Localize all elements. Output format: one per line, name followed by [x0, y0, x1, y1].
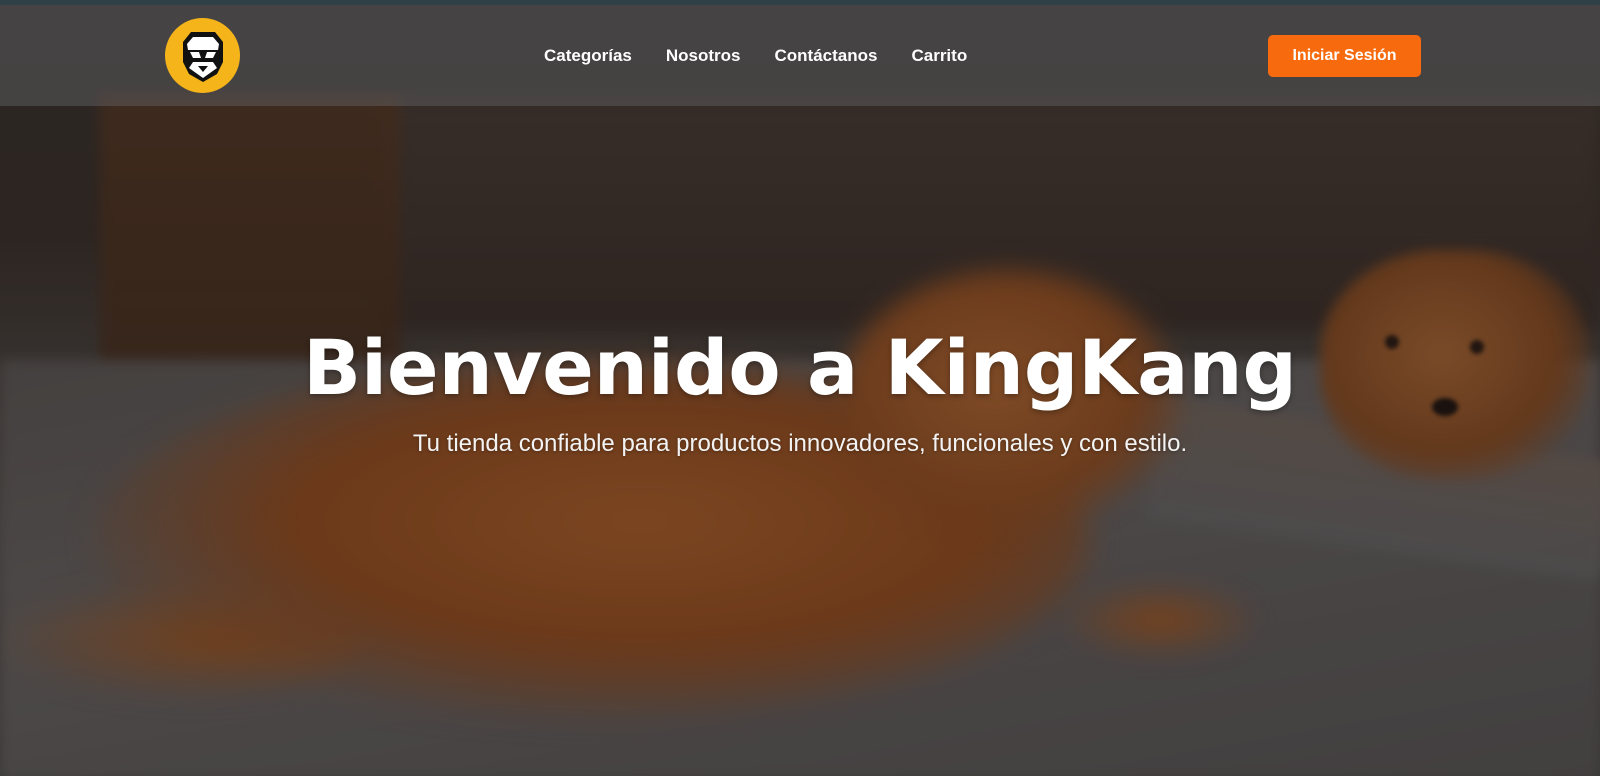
hero-section: Bienvenido a KingKang Tu tienda confiabl…	[0, 320, 1600, 458]
gorilla-head-icon	[182, 31, 223, 82]
logo[interactable]	[165, 18, 240, 93]
nav-link-nosotros[interactable]: Nosotros	[666, 46, 741, 66]
nav-link-contactanos[interactable]: Contáctanos	[775, 46, 878, 66]
hero-subtitle: Tu tienda confiable para productos innov…	[412, 430, 1188, 457]
nav-link-categorias[interactable]: Categorías	[544, 46, 632, 66]
site-header: Categorías Nosotros Contáctanos Carrito …	[0, 5, 1600, 106]
login-button[interactable]: Iniciar Sesión	[1268, 35, 1421, 77]
nav-link-carrito[interactable]: Carrito	[911, 46, 967, 66]
hero-title: Bienvenido a KingKang	[303, 323, 1297, 412]
main-nav: Categorías Nosotros Contáctanos Carrito	[544, 5, 967, 106]
